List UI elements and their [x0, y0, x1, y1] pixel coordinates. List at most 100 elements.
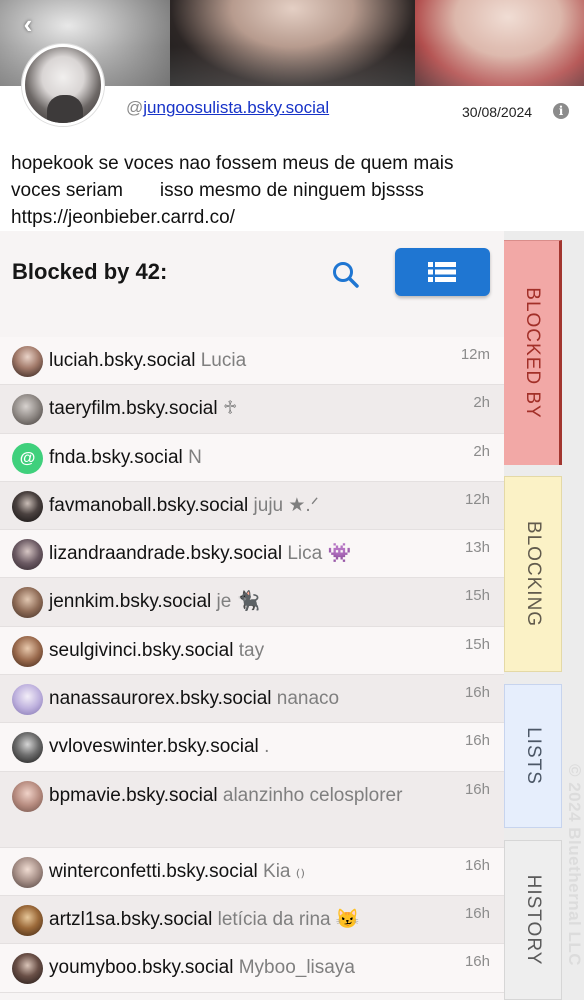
avatar [12, 587, 43, 619]
avatar [22, 44, 104, 126]
tab-blocking[interactable]: BLOCKING [504, 476, 562, 672]
row-time: 13h [464, 539, 490, 557]
list-item[interactable]: taeryfilm.bsky.social ♱ 2h [0, 385, 504, 434]
blocker-list: luciah.bsky.social Lucia 12m taeryfilm.b… [0, 337, 504, 993]
row-handle[interactable]: artzl1sa.bsky.social [49, 909, 212, 930]
row-time: 16h [464, 953, 490, 971]
row-display-name: Lica 👾 [287, 543, 352, 565]
list-item[interactable]: jennkim.bsky.social je 🐈‍⬛ 15h [0, 578, 504, 627]
list-view-icon [428, 262, 456, 282]
row-time: 16h [464, 732, 490, 750]
row-display-name: je 🐈‍⬛ [216, 591, 261, 613]
tab-label: HISTORY [523, 874, 544, 966]
row-text: lizandraandrade.bsky.social Lica 👾 [49, 542, 444, 566]
list-item[interactable]: @ fnda.bsky.social N 2h [0, 433, 504, 482]
list-item[interactable]: favmanoball.bsky.social juju ★.ᐟ 12h [0, 481, 504, 531]
row-time: 15h [464, 635, 490, 653]
row-time: 16h [464, 856, 490, 874]
tab-blocked-by[interactable]: BLOCKED BY [504, 240, 562, 465]
row-handle[interactable]: vvloveswinter.bsky.social [49, 736, 259, 757]
row-text: vvloveswinter.bsky.social . [49, 735, 444, 759]
search-icon[interactable] [329, 258, 363, 292]
row-time: 12h [464, 490, 490, 508]
profile-handle-link[interactable]: jungoosulista.bsky.social [143, 98, 329, 117]
row-handle[interactable]: bpmavie.bsky.social [49, 785, 218, 806]
row-handle[interactable]: nanassaurorex.bsky.social [49, 688, 271, 709]
row-text: fnda.bsky.social N [49, 446, 444, 470]
avatar [12, 684, 43, 716]
row-handle[interactable]: youmyboo.bsky.social [49, 957, 233, 978]
row-display-name: Lucia [200, 350, 247, 371]
panel-title: Blocked by 42: [12, 259, 168, 284]
list-item[interactable]: luciah.bsky.social Lucia 12m [0, 337, 504, 386]
profile-handle: @jungoosulista.bsky.social [126, 98, 329, 118]
handle-prefix: @ [126, 98, 144, 117]
row-text: favmanoball.bsky.social juju ★.ᐟ [49, 494, 444, 518]
avatar [12, 490, 43, 522]
row-handle[interactable]: taeryfilm.bsky.social [49, 398, 218, 419]
tab-label: LISTS [523, 727, 544, 785]
row-handle[interactable]: jennkim.bsky.social [49, 591, 211, 612]
list-item[interactable]: lizandraandrade.bsky.social Lica 👾 13h [0, 530, 504, 579]
blocked-by-panel: Blocked by 42: luciah.bsky.social Lucia … [0, 231, 504, 1000]
row-time: 15h [464, 587, 490, 605]
row-text: bpmavie.bsky.social alanzinho celosplore… [12, 784, 407, 808]
row-text: taeryfilm.bsky.social ♱ [49, 397, 444, 421]
row-time: 16h [464, 780, 490, 798]
profile-date: 30/08/2024 [462, 104, 533, 120]
avatar [12, 732, 43, 764]
avatar [12, 346, 43, 377]
row-text: nanassaurorex.bsky.social nanaco [49, 687, 444, 711]
row-time: 2h [473, 394, 490, 412]
row-display-name: Myboo_lisaya [238, 957, 355, 979]
row-text: seulgivinci.bsky.social tay [49, 639, 444, 663]
row-handle[interactable]: luciah.bsky.social [49, 350, 195, 371]
list-item[interactable]: winterconfetti.bsky.social Kia ₍₎ 16h [0, 847, 504, 896]
row-handle[interactable]: favmanoball.bsky.social [49, 495, 248, 516]
avatar [12, 394, 43, 426]
info-icon[interactable]: i [553, 103, 569, 119]
avatar [12, 635, 43, 667]
tab-history[interactable]: HISTORY [504, 840, 562, 1000]
avatar [12, 539, 43, 571]
row-time: 2h [473, 442, 490, 460]
row-text: luciah.bsky.social Lucia [49, 349, 444, 373]
row-text: jennkim.bsky.social je 🐈‍⬛ [49, 590, 444, 614]
list-item[interactable]: youmyboo.bsky.social Myboo_lisaya 16h [0, 944, 504, 993]
tab-label: BLOCKING [523, 520, 544, 628]
row-display-name: juju ★.ᐟ [253, 494, 319, 516]
chevron-left-icon[interactable]: ‹ [14, 10, 42, 38]
tab-label: BLOCKED BY [521, 287, 543, 419]
row-display-name: nanaco [276, 688, 340, 710]
row-text: artzl1sa.bsky.social letícia da rina 😼 [49, 908, 444, 932]
row-time: 16h [464, 684, 490, 702]
avatar [12, 856, 43, 888]
row-display-name: N [188, 446, 202, 468]
list-item[interactable]: vvloveswinter.bsky.social . 16h [0, 723, 504, 772]
tab-lists[interactable]: LISTS [504, 684, 562, 828]
row-display-name: tay [238, 639, 265, 661]
row-time: 12m [460, 346, 490, 363]
copyright-watermark: © 2024 Bluethernal LLC [565, 763, 584, 967]
at-sign-icon: @ [12, 442, 43, 474]
row-display-name: alanzinho celosplorer [222, 784, 403, 806]
row-display-name: . [264, 736, 270, 758]
row-text: winterconfetti.bsky.social Kia ₍₎ [49, 860, 444, 884]
row-handle[interactable]: fnda.bsky.social [49, 447, 183, 468]
row-handle[interactable]: winterconfetti.bsky.social [49, 861, 258, 882]
profile-bio: hopekook se voces nao fossem meus de que… [11, 153, 454, 228]
row-text: youmyboo.bsky.social Myboo_lisaya [49, 956, 444, 980]
list-item[interactable]: seulgivinci.bsky.social tay 15h [0, 626, 504, 676]
row-handle[interactable]: seulgivinci.bsky.social [49, 640, 233, 661]
avatar [12, 953, 43, 985]
row-display-name: Kia ₍₎ [263, 860, 306, 882]
list-item[interactable]: nanassaurorex.bsky.social nanaco 16h [0, 675, 504, 724]
avatar [12, 904, 43, 936]
row-display-name: ♱ [222, 398, 238, 420]
list-view-button[interactable] [395, 248, 490, 296]
list-item[interactable]: bpmavie.bsky.social alanzinho celosplore… [0, 771, 504, 848]
list-item[interactable]: artzl1sa.bsky.social letícia da rina 😼 1… [0, 895, 504, 945]
row-time: 16h [464, 904, 490, 922]
row-handle[interactable]: lizandraandrade.bsky.social [49, 543, 282, 564]
row-display-name: letícia da rina 😼 [217, 908, 360, 930]
